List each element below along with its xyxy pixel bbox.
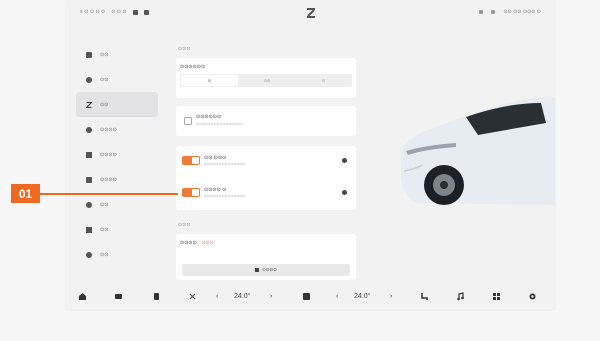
- right-temperature: 24.0°: [354, 293, 371, 300]
- settings-gear-icon[interactable]: [528, 292, 537, 301]
- temp-increase-left[interactable]: ›: [270, 293, 272, 300]
- temp-decrease-right[interactable]: ‹: [336, 293, 338, 300]
- z-icon: [86, 101, 92, 108]
- car-icon: [86, 51, 92, 58]
- status-left: ≡ ⊙ ⊙ ⊙ ⊙ ⊙ ⊙ ⊙: [80, 9, 149, 15]
- seat-icon[interactable]: [420, 292, 429, 301]
- bottom-dock: ‹ 24.0° › ‹ 24.0° ›: [66, 286, 555, 308]
- page: { "status_bar": { "left_items": ["≡ ⊙ ⊙ …: [0, 0, 600, 341]
- charge-icon: [86, 151, 92, 158]
- bottom-card-title: ⊙⊙⊙⊙ ⊙⊙⊙: [180, 240, 214, 246]
- toggle-row-1-subtitle: ⊙⊙⊙⊙⊙⊙⊙⊙⊙⊙⊙⊙⊙⊙: [204, 162, 246, 166]
- car-front-icon[interactable]: [114, 292, 123, 301]
- temp-increase-right[interactable]: ›: [390, 293, 392, 300]
- segment-option-2[interactable]: ⊙⊙: [239, 74, 296, 87]
- bottom-card: ⊙⊙⊙⊙ ⊙⊙⊙ ⊙⊙⊙⊙: [176, 234, 356, 280]
- sidebar-item-2[interactable]: ⊙⊙: [76, 67, 158, 92]
- section-title: ⊙⊙⊙: [178, 46, 191, 52]
- toggle-knob: [192, 157, 199, 164]
- toggle-switch-2[interactable]: [182, 188, 200, 197]
- sidebar-item-9[interactable]: ⊙⊙: [76, 242, 158, 267]
- sidebar-item-5[interactable]: ⊙⊙⊙⊙: [76, 142, 158, 167]
- bottom-card-button-label: ⊙⊙⊙⊙: [261, 267, 278, 272]
- segment-option-1[interactable]: ⊙: [181, 75, 238, 86]
- mode-card: ⊙⊙⊙⊙⊙⊙ ⊙ ⊙⊙ ⊙: [176, 58, 356, 98]
- feature-card-subtitle: ⊙⊙⊙⊙⊙⊙⊙⊙⊙⊙⊙⊙⊙⊙⊙⊙: [196, 122, 243, 126]
- callout-leader-line: [40, 193, 178, 195]
- status-square-icon: [132, 9, 138, 15]
- sidebar-item-label: ⊙⊙: [100, 101, 109, 108]
- status-bar: ≡ ⊙ ⊙ ⊙ ⊙ ⊙ ⊙ ⊙ ⊙⊙ ⊙⊙ ⊙⊙⊙ ⊙: [66, 0, 555, 28]
- status-square-icon: [143, 9, 149, 15]
- sidebar-item-8[interactable]: ⊙⊙: [76, 217, 158, 242]
- lock-icon: [86, 201, 92, 208]
- bluetooth-icon: [491, 10, 496, 14]
- car-illustration: [401, 97, 555, 205]
- seat-icon: [86, 176, 92, 183]
- toggle-knob: [192, 189, 199, 196]
- callout-label: 01: [11, 184, 40, 203]
- music-icon[interactable]: [456, 292, 465, 301]
- display-icon: [86, 251, 92, 258]
- brand-logo-icon: [307, 8, 315, 18]
- car-display-screen: ≡ ⊙ ⊙ ⊙ ⊙ ⊙ ⊙ ⊙ ⊙⊙ ⊙⊙ ⊙⊙⊙ ⊙ ⊙⊙ ⊙⊙ ⊙⊙ ⊙⊙⊙…: [66, 0, 555, 310]
- info-icon[interactable]: [342, 190, 347, 195]
- toggle-row-2-title: ⊙⊙⊙⊙ ⊙: [204, 187, 227, 193]
- feature-card-title: ⊙⊙⊙⊙⊙⊙: [196, 114, 222, 120]
- left-temperature: 24.0°: [234, 293, 251, 300]
- segment-option-3[interactable]: ⊙: [295, 74, 352, 87]
- sidebar-item-label: ⊙⊙⊙⊙: [100, 176, 117, 183]
- sidebar-item-1[interactable]: ⊙⊙: [76, 42, 158, 67]
- sidebar-item-4[interactable]: ⊙⊙⊙⊙: [76, 117, 158, 142]
- sidebar-item-label: ⊙⊙⊙⊙: [100, 151, 117, 158]
- toggle-row-2-subtitle: ⊙⊙⊙⊙⊙⊙⊙⊙⊙⊙⊙⊙⊙⊙: [204, 194, 246, 198]
- toggles-card: ⊙⊙ ⊙⊙⊙ ⊙⊙⊙⊙⊙⊙⊙⊙⊙⊙⊙⊙⊙⊙ ⊙⊙⊙⊙ ⊙ ⊙⊙⊙⊙⊙⊙⊙⊙⊙⊙⊙…: [176, 146, 356, 210]
- signal-icon: [479, 10, 484, 14]
- status-item-1: ≡ ⊙ ⊙ ⊙ ⊙: [80, 9, 106, 15]
- toggle-switch-1[interactable]: [182, 156, 200, 165]
- light-icon: [86, 76, 92, 83]
- status-datetime: ⊙⊙ ⊙⊙ ⊙⊙⊙ ⊙: [503, 9, 541, 15]
- sidebar: ⊙⊙ ⊙⊙ ⊙⊙ ⊙⊙⊙⊙ ⊙⊙⊙⊙ ⊙⊙⊙⊙ ⊙⊙ ⊙⊙ ⊙⊙: [76, 42, 158, 267]
- sidebar-item-7[interactable]: ⊙⊙: [76, 192, 158, 217]
- sidebar-item-label: ⊙⊙: [100, 51, 109, 58]
- home-icon[interactable]: [78, 292, 87, 301]
- bottom-card-button[interactable]: ⊙⊙⊙⊙: [182, 264, 350, 276]
- seat-heat-icon[interactable]: [152, 292, 161, 301]
- section-title-2: ⊙⊙⊙: [178, 222, 191, 228]
- fan-icon[interactable]: [188, 292, 197, 301]
- bottom-card-highlight: ⊙⊙⊙: [201, 240, 214, 246]
- sound-icon: [86, 226, 92, 233]
- sidebar-item-label: ⊙⊙⊙⊙: [100, 126, 117, 133]
- button-icon: [254, 268, 259, 272]
- mode-segmented-control: ⊙ ⊙⊙ ⊙: [180, 74, 352, 87]
- mode-card-title: ⊙⊙⊙⊙⊙⊙: [180, 64, 206, 70]
- settings-content: ⊙⊙⊙ ⊙⊙⊙⊙⊙⊙ ⊙ ⊙⊙ ⊙ ⊙⊙⊙⊙⊙⊙ ⊙⊙⊙⊙⊙⊙⊙⊙⊙⊙⊙⊙⊙⊙⊙…: [176, 42, 356, 282]
- sidebar-item-label: ⊙⊙: [100, 201, 109, 208]
- drive-icon: [86, 126, 92, 133]
- info-icon[interactable]: [342, 158, 347, 163]
- toggle-row-1-title: ⊙⊙ ⊙⊙⊙: [204, 155, 227, 161]
- checkbox-icon: [184, 117, 192, 125]
- status-right: ⊙⊙ ⊙⊙ ⊙⊙⊙ ⊙: [479, 9, 541, 15]
- status-item-2: ⊙ ⊙ ⊙: [111, 9, 127, 15]
- sidebar-item-6[interactable]: ⊙⊙⊙⊙: [76, 167, 158, 192]
- sidebar-item-label: ⊙⊙: [100, 76, 109, 83]
- climate-icon[interactable]: [302, 292, 311, 301]
- feature-card[interactable]: ⊙⊙⊙⊙⊙⊙ ⊙⊙⊙⊙⊙⊙⊙⊙⊙⊙⊙⊙⊙⊙⊙⊙: [176, 106, 356, 136]
- sidebar-item-label: ⊙⊙: [100, 226, 109, 233]
- bottom-card-title-text: ⊙⊙⊙⊙: [180, 240, 197, 246]
- sidebar-item-3[interactable]: ⊙⊙: [76, 92, 158, 117]
- apps-grid-icon[interactable]: [492, 292, 501, 301]
- temp-decrease-left[interactable]: ‹: [216, 293, 218, 300]
- sidebar-item-label: ⊙⊙: [100, 251, 109, 258]
